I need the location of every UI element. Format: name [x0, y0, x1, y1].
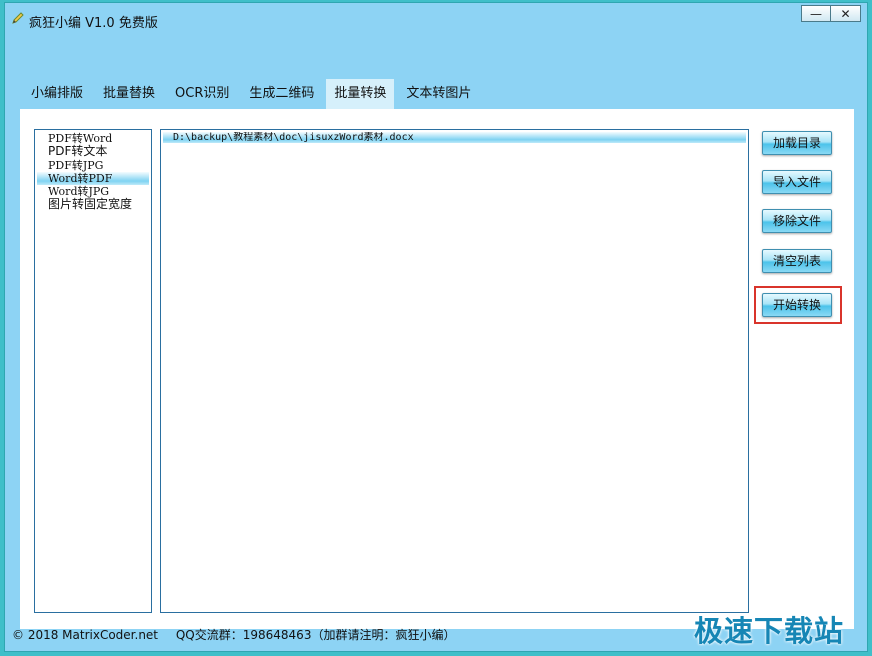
- tab-qrcode[interactable]: 生成二维码: [241, 79, 322, 111]
- list-item-pdf-to-text[interactable]: PDF转文本: [37, 145, 149, 159]
- tab-text-to-image[interactable]: 文本转图片: [398, 79, 479, 111]
- list-item-pdf-to-jpg[interactable]: PDF转JPG: [37, 159, 149, 172]
- minimize-icon: —: [810, 6, 822, 21]
- tab-layout[interactable]: 小编排版: [23, 79, 91, 111]
- list-item[interactable]: D:\backup\教程素材\doc\jisuxzWord素材.docx: [163, 132, 746, 143]
- load-directory-button[interactable]: 加载目录: [762, 131, 832, 155]
- close-icon: ✕: [840, 6, 851, 21]
- watermark-logo: 极速下载站: [694, 614, 845, 648]
- tab-ocr[interactable]: OCR识别: [167, 79, 237, 111]
- tab-batch-replace[interactable]: 批量替换: [95, 79, 163, 111]
- clear-list-button[interactable]: 清空列表: [762, 249, 832, 273]
- copyright-text: © 2018 MatrixCoder.net: [12, 628, 159, 642]
- remove-file-button[interactable]: 移除文件: [762, 209, 832, 233]
- tab-bar: 小编排版 批量替换 OCR识别 生成二维码 批量转换 文本转图片: [23, 79, 483, 111]
- close-button[interactable]: ✕: [831, 5, 861, 22]
- list-item-word-to-pdf[interactable]: Word转PDF: [37, 172, 149, 185]
- window-title: 疯狂小编 V1.0 免费版: [29, 16, 158, 31]
- pencil-icon: [12, 12, 24, 24]
- conversion-type-list[interactable]: PDF转Word PDF转文本 PDF转JPG Word转PDF Word转JP…: [34, 129, 152, 613]
- title-bar[interactable]: 疯狂小编 V1.0 免费版 — ✕: [5, 3, 867, 35]
- tab-batch-convert[interactable]: 批量转换: [326, 79, 395, 111]
- qq-group-text: QQ交流群：198648463（加群请注明：疯狂小编）: [175, 628, 456, 642]
- status-bar: © 2018 MatrixCoder.net QQ交流群：198648463（加…: [12, 626, 469, 643]
- minimize-button[interactable]: —: [801, 5, 831, 22]
- import-file-button[interactable]: 导入文件: [762, 170, 832, 194]
- list-item-image-fixed-width[interactable]: 图片转固定宽度: [37, 198, 149, 212]
- tab-panel: PDF转Word PDF转文本 PDF转JPG Word转PDF Word转JP…: [20, 109, 854, 629]
- highlight-box: [754, 286, 842, 324]
- app-window: 疯狂小编 V1.0 免费版 — ✕ 小编排版 批量替换 OCR识别 生成二维码 …: [4, 2, 868, 652]
- file-list[interactable]: D:\backup\教程素材\doc\jisuxzWord素材.docx: [160, 129, 749, 613]
